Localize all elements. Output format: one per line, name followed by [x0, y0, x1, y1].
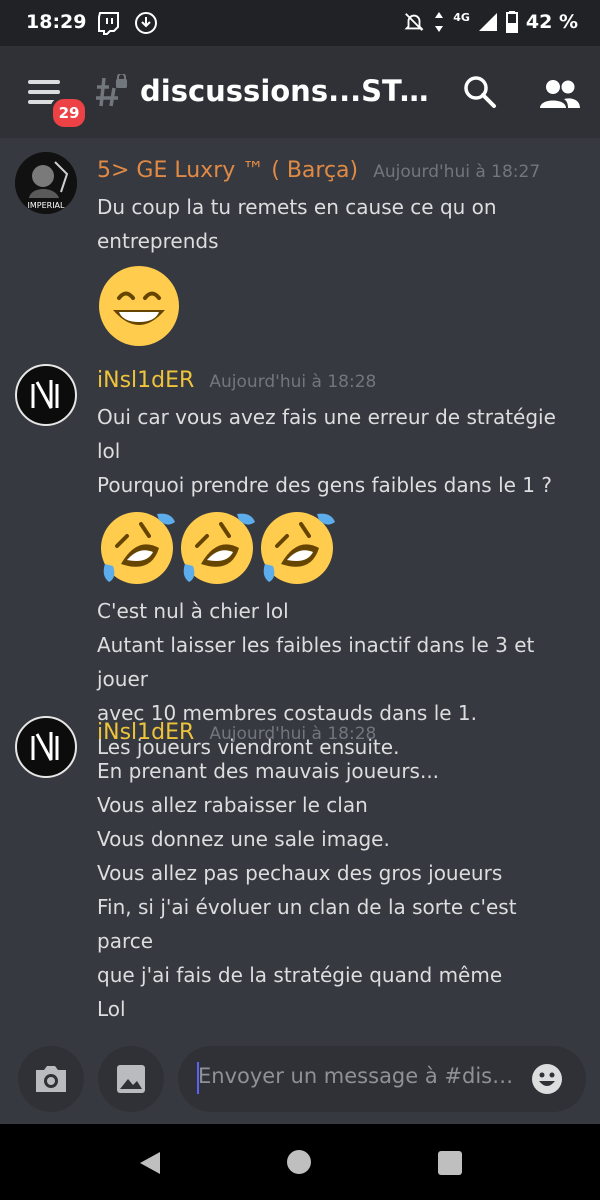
message-content: Du coup la tu remets en cause ce qu on e… — [97, 190, 577, 354]
status-system-icons: 4G 42 % — [403, 11, 578, 33]
message-input[interactable]: Envoyer un message à #discu... — [178, 1046, 586, 1112]
rolling-on-the-floor-laughing-emoji — [181, 512, 255, 584]
message-line: Vous allez pas pechaux des gros joueurs — [97, 861, 503, 885]
avatar[interactable]: N — [15, 716, 77, 778]
back-icon[interactable] — [136, 1150, 162, 1176]
message-timestamp: Aujourd'hui à 18:27 — [373, 162, 541, 182]
hamburger-icon — [28, 80, 60, 84]
message-line: C'est nul à chier lol — [97, 599, 289, 623]
avatar-text: N — [46, 419, 47, 421]
message-line: que j'ai fais de la stratégie quand même — [97, 963, 503, 987]
search-icon[interactable] — [462, 74, 498, 110]
message-line: Pourquoi prendre des gens faibles dans l… — [97, 473, 552, 497]
message-input-placeholder: Envoyer un message à #discu... — [198, 1064, 518, 1088]
message-author[interactable]: iNsl1dER — [97, 720, 194, 745]
battery-icon — [505, 11, 518, 33]
message-content: Oui car vous avez fais une erreur de str… — [97, 400, 577, 764]
signal-icon — [478, 13, 497, 31]
download-icon — [135, 12, 157, 34]
message-header: iNsl1dER Aujourd'hui à 18:28 — [97, 368, 376, 393]
emoji-picker-icon[interactable] — [530, 1062, 564, 1096]
message-line: Vous allez rabaisser le clan — [97, 793, 368, 817]
message-list[interactable]: IMPERIAL 5> GE Luxry ™ ( Barça) Aujourd'… — [0, 138, 600, 1042]
twitch-icon — [98, 12, 119, 35]
avatar-image: N — [31, 732, 59, 773]
message-timestamp: Aujourd'hui à 18:28 — [209, 372, 377, 392]
grinning-face-with-smiling-eyes-emoji — [99, 266, 179, 346]
unread-badge: 29 — [50, 96, 88, 130]
status-time: 18:29 — [26, 11, 87, 33]
camera-icon — [36, 1066, 66, 1092]
message-line: Vous donnez une sale image. — [97, 827, 390, 851]
message-header: 5> GE Luxry ™ ( Barça) Aujourd'hui à 18:… — [97, 158, 540, 183]
message-author[interactable]: iNsl1dER — [97, 368, 194, 393]
avatar-image: IMPERIAL — [15, 152, 77, 214]
emoji-row — [97, 508, 577, 588]
hamburger-icon-line — [28, 90, 60, 94]
camera-button[interactable] — [18, 1046, 84, 1112]
system-navigation-bar — [0, 1124, 600, 1200]
message-composer: Envoyer un message à #discu... — [0, 1042, 600, 1124]
avatar-text: N — [46, 771, 47, 773]
message-timestamp: Aujourd'hui à 18:28 — [209, 724, 377, 744]
status-notification-icons — [96, 11, 158, 35]
avatar-image: N — [31, 380, 59, 421]
message-line: Lol — [97, 997, 126, 1021]
message-author[interactable]: 5> GE Luxry ™ ( Barça) — [97, 158, 358, 183]
message-line: Fin, si j'ai évoluer un clan de la sorte… — [97, 895, 517, 953]
locked-channel-hash-icon — [96, 74, 127, 107]
image-icon — [117, 1065, 145, 1093]
message-line: Oui car vous avez fais une erreur de str… — [97, 405, 556, 463]
rolling-on-the-floor-laughing-emoji — [101, 512, 175, 584]
home-icon[interactable] — [287, 1150, 311, 1174]
members-icon[interactable] — [538, 76, 582, 112]
message-line: entreprends — [97, 229, 219, 253]
channel-title[interactable]: discussions...STAF... — [140, 74, 440, 108]
battery-level: 42 % — [525, 11, 578, 33]
channel-header: 29 discussions...STAF... — [0, 46, 600, 138]
message-line: Du coup la tu remets en cause ce qu on — [97, 195, 497, 219]
image-upload-button[interactable] — [98, 1046, 164, 1112]
avatar-text: IMPERIAL — [28, 201, 66, 210]
notifications-off-icon — [404, 13, 424, 31]
status-bar: 18:29 4G 42 % — [0, 0, 600, 46]
message-line: En prenant des mauvais joueurs... — [97, 759, 440, 783]
message-header: iNsl1dER Aujourd'hui à 18:28 — [97, 720, 376, 745]
message-content: En prenant des mauvais joueurs... Vous a… — [97, 754, 577, 1026]
emoji-row — [97, 264, 577, 348]
rolling-on-the-floor-laughing-emoji — [261, 512, 335, 584]
message-line: Autant laisser les faibles inactif dans … — [97, 633, 535, 691]
recent-apps-icon[interactable] — [438, 1151, 462, 1175]
network-type: 4G — [453, 10, 470, 24]
data-transfer-icon — [435, 12, 444, 32]
avatar[interactable]: IMPERIAL — [15, 152, 77, 214]
avatar[interactable]: N — [15, 364, 77, 426]
